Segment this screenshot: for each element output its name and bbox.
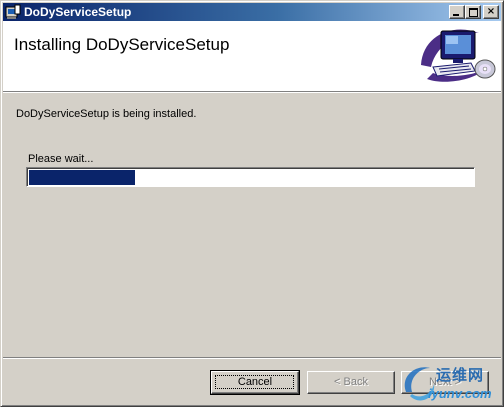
maximize-icon <box>469 8 478 17</box>
focus-rectangle <box>215 375 294 389</box>
watermark-domain-text: iyunv.com <box>428 386 492 401</box>
install-status-text: DoDyServiceSetup is being installed. <box>16 108 197 120</box>
cancel-button[interactable]: Cancel <box>210 370 300 395</box>
minimize-icon <box>453 14 459 16</box>
title-bar[interactable]: DoDyServiceSetup × <box>3 3 501 21</box>
minimize-button[interactable] <box>449 5 465 19</box>
header-banner: Installing DoDyServiceSetup <box>3 21 501 93</box>
progress-fill <box>29 170 135 185</box>
install-progress-bar <box>26 167 475 187</box>
page-title: Installing DoDyServiceSetup <box>14 35 230 54</box>
maximize-button[interactable] <box>465 5 481 19</box>
installer-app-icon <box>5 4 21 19</box>
back-button-label: < Back <box>334 376 368 388</box>
window-title: DoDyServiceSetup <box>24 5 132 19</box>
close-icon: × <box>486 6 496 17</box>
close-button[interactable]: × <box>483 5 499 19</box>
computer-cd-icon <box>421 29 496 82</box>
installer-window: DoDyServiceSetup × Installing DoDyServic… <box>0 0 504 407</box>
back-button[interactable]: < Back <box>307 371 395 394</box>
site-watermark: 运维网 iyunv.com <box>398 356 503 406</box>
please-wait-label: Please wait... <box>28 153 94 165</box>
watermark-chinese-text: 运维网 <box>436 366 485 384</box>
